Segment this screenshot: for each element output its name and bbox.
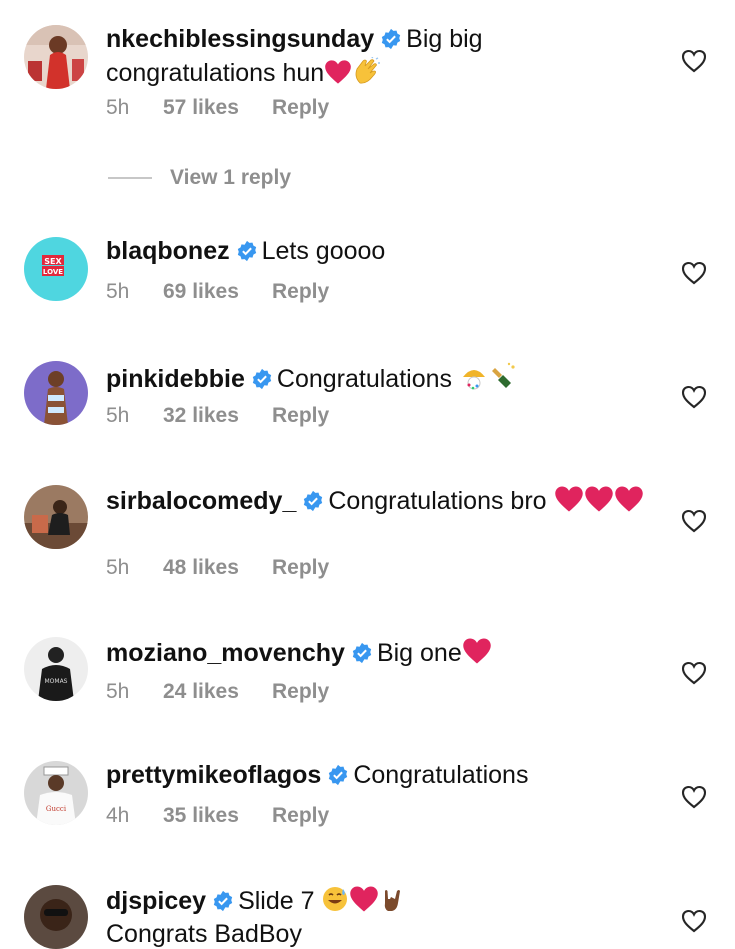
comment-text: prettymikeoflagos Congratulations: [106, 761, 651, 793]
verified-icon: [327, 764, 349, 793]
timestamp: 5h: [106, 404, 130, 427]
like-count[interactable]: 32 likes: [163, 404, 272, 428]
comment-meta: 5h 24 likes Reply: [106, 680, 329, 704]
username[interactable]: moziano_movenchy: [106, 639, 345, 667]
comment-body-line2: Congrats BadBoy: [106, 920, 302, 948]
avatar[interactable]: [24, 25, 88, 89]
red-heart-emoji: [324, 59, 352, 92]
verified-icon: [236, 240, 258, 269]
red-heart-emoji: [462, 637, 492, 672]
username[interactable]: blaqbonez: [106, 237, 230, 265]
comment-body: Congratulations: [276, 365, 453, 393]
champagne-bottle-emoji: [489, 361, 519, 398]
comment-body: Big one: [376, 639, 462, 667]
verified-icon: [251, 368, 273, 397]
timestamp: 5h: [106, 556, 130, 579]
comment-body: Congratulations bro: [328, 487, 547, 515]
timestamp: 4h: [106, 804, 130, 827]
comment-text: pinkidebbie Congratulations: [106, 361, 651, 398]
timestamp: 5h: [106, 96, 130, 119]
like-count[interactable]: 69 likes: [163, 280, 272, 304]
username[interactable]: nkechiblessingsunday: [106, 25, 374, 53]
comment-body: Slide 7: [238, 887, 315, 915]
reply-button[interactable]: Reply: [272, 96, 329, 120]
timestamp: 5h: [106, 680, 130, 703]
verified-icon: [351, 642, 373, 671]
svg-text:MOMAS: MOMAS: [45, 678, 68, 685]
avatar[interactable]: [24, 885, 88, 949]
view-replies-button[interactable]: View 1 reply: [108, 166, 291, 190]
comment-text: djspicey Slide 7 Congrats BadBoy: [106, 885, 651, 949]
confetti-ball-emoji: [459, 361, 489, 398]
like-count[interactable]: 24 likes: [163, 680, 272, 704]
avatar[interactable]: Gucci: [24, 761, 88, 825]
svg-text:SEX: SEX: [44, 257, 62, 266]
avatar[interactable]: [24, 361, 88, 425]
clapping-hands-emoji: [352, 55, 382, 92]
username[interactable]: sirbalocomedy_: [106, 487, 296, 515]
like-count[interactable]: 35 likes: [163, 804, 272, 828]
svg-text:Gucci: Gucci: [46, 805, 67, 813]
horns-hand-emoji: [379, 885, 407, 920]
reply-button[interactable]: Reply: [272, 680, 329, 704]
comment-meta: 4h 35 likes Reply: [106, 804, 329, 828]
comment-text: nkechiblessingsunday Big big congratulati…: [106, 25, 651, 92]
like-heart-icon[interactable]: [681, 385, 707, 409]
verified-icon: [212, 890, 234, 919]
comment-meta: 5h 48 likes Reply: [106, 556, 329, 580]
avatar[interactable]: [24, 485, 88, 549]
comment-text: moziano_movenchy Big one: [106, 637, 651, 672]
red-heart-emoji: [349, 885, 379, 920]
like-heart-icon[interactable]: [681, 509, 707, 533]
timestamp: 5h: [106, 280, 130, 303]
like-count[interactable]: 57 likes: [163, 96, 272, 120]
comment-body: Congratulations: [353, 761, 529, 789]
reply-divider-line: [108, 177, 152, 180]
like-heart-icon[interactable]: [681, 49, 707, 73]
red-heart-emoji: [554, 485, 584, 520]
svg-text:LOVE: LOVE: [43, 268, 63, 276]
red-heart-emoji: [614, 485, 644, 520]
reply-button[interactable]: Reply: [272, 804, 329, 828]
comment-meta: 5h 69 likes Reply: [106, 280, 329, 304]
username[interactable]: djspicey: [106, 887, 206, 915]
username[interactable]: prettymikeoflagos: [106, 761, 321, 789]
like-heart-icon[interactable]: [681, 785, 707, 809]
reply-button[interactable]: Reply: [272, 280, 329, 304]
comment-body: Lets goooo: [261, 237, 386, 265]
red-heart-emoji: [584, 485, 614, 520]
avatar[interactable]: MOMAS: [24, 637, 88, 701]
verified-icon: [380, 28, 402, 57]
like-count[interactable]: 48 likes: [163, 556, 272, 580]
reply-button[interactable]: Reply: [272, 404, 329, 428]
comment-text: blaqbonez Lets goooo: [106, 237, 651, 269]
comment-text: sirbalocomedy_ Congratulations bro: [106, 485, 651, 520]
view-replies-label: View 1 reply: [170, 166, 292, 189]
grinning-sweat-emoji: [321, 885, 349, 920]
verified-icon: [302, 490, 324, 519]
like-heart-icon[interactable]: [681, 909, 707, 933]
like-heart-icon[interactable]: [681, 661, 707, 685]
avatar[interactable]: SEX LOVE: [24, 237, 88, 301]
reply-button[interactable]: Reply: [272, 556, 329, 580]
like-heart-icon[interactable]: [681, 261, 707, 285]
comment-meta: 5h 32 likes Reply: [106, 404, 329, 428]
comment-meta: 5h 57 likes Reply: [106, 96, 329, 120]
username[interactable]: pinkidebbie: [106, 365, 245, 393]
